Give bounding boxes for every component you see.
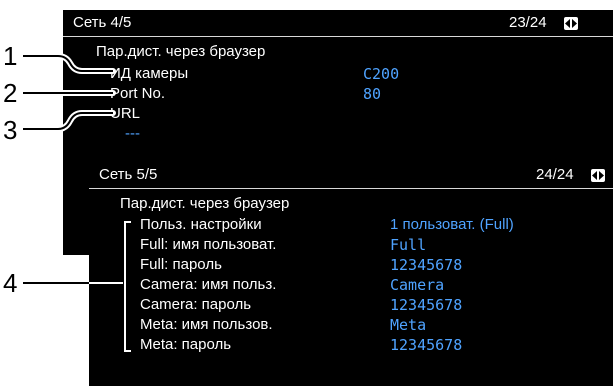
user-settings-label: Польз. настройки	[140, 216, 262, 233]
camera-password-value[interactable]: 12345678	[390, 296, 462, 314]
screen-header: Сеть 4/5 23/24	[63, 10, 613, 37]
section-title: Пар.дист. через браузер	[96, 43, 266, 60]
url-value: ---	[125, 125, 140, 142]
camera-password-label: Camera: пароль	[140, 296, 252, 313]
menu-screen-network-5: Сеть 5/5 24/24 Пар.дист. через браузер П…	[89, 162, 613, 386]
callout-number-2: 2	[3, 78, 18, 108]
full-username-value[interactable]: Full	[390, 236, 426, 254]
full-password-label: Full: пароль	[140, 256, 222, 273]
full-password-value[interactable]: 12345678	[390, 256, 462, 274]
user-settings-value[interactable]: 1 пользоват. (Full)	[390, 216, 514, 233]
port-no-label: Port No.	[110, 85, 166, 102]
meta-password-label: Meta: пароль	[140, 336, 232, 353]
camera-username-label: Camera: имя польз.	[140, 276, 277, 293]
left-right-arrows-icon[interactable]	[564, 17, 578, 30]
meta-password-value[interactable]: 12345678	[390, 336, 462, 354]
callout-number-1: 1	[3, 41, 18, 71]
section-title: Пар.дист. через браузер	[120, 195, 290, 212]
callout-number-4: 4	[3, 268, 18, 298]
camera-id-label: ИД камеры	[110, 65, 189, 82]
full-username-label: Full: имя пользоват.	[140, 236, 277, 253]
left-right-arrows-icon[interactable]	[591, 169, 605, 182]
camera-id-value[interactable]: C200	[363, 65, 399, 83]
page-indicator: 24/24	[536, 166, 574, 183]
camera-username-value[interactable]: Camera	[390, 276, 444, 294]
url-label: URL	[110, 105, 141, 122]
callout-number-3: 3	[3, 115, 18, 145]
screen-title: Сеть 4/5	[73, 14, 132, 31]
meta-username-label: Meta: имя пользов.	[140, 316, 273, 333]
page-indicator: 23/24	[509, 14, 547, 31]
screen-title: Сеть 5/5	[99, 166, 158, 183]
port-no-value[interactable]: 80	[363, 85, 381, 103]
screen-header: Сеть 5/5 24/24	[89, 162, 613, 189]
meta-username-value[interactable]: Meta	[390, 316, 426, 334]
